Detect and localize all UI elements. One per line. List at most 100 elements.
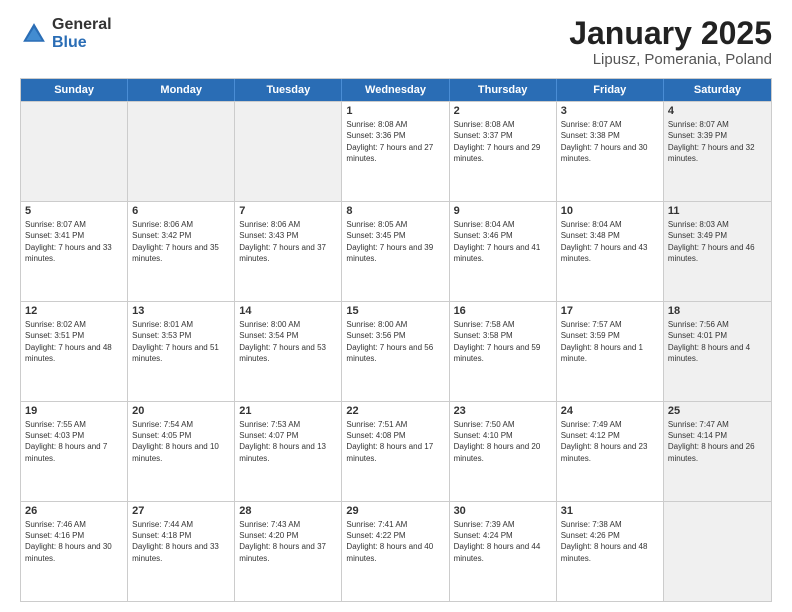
day-info: Sunrise: 8:08 AM Sunset: 3:37 PM Dayligh…	[454, 119, 552, 164]
day-number: 10	[561, 205, 659, 217]
day-info: Sunrise: 7:44 AM Sunset: 4:18 PM Dayligh…	[132, 519, 230, 564]
day-number: 29	[346, 505, 444, 517]
calendar-cell: 12 Sunrise: 8:02 AM Sunset: 3:51 PM Dayli…	[21, 302, 128, 401]
calendar-subtitle: Lipusz, Pomerania, Poland	[569, 51, 772, 68]
calendar-cell	[664, 502, 771, 601]
calendar-cell: 24Sunrise: 7:49 AM Sunset: 4:12 PM Dayli…	[557, 402, 664, 501]
calendar-cell: 3 Sunrise: 8:07 AM Sunset: 3:38 PM Daylig…	[557, 102, 664, 201]
day-info: Sunrise: 8:02 AM Sunset: 3:51 PM Dayligh…	[25, 319, 123, 364]
day-info: Sunrise: 8:08 AM Sunset: 3:36 PM Dayligh…	[346, 119, 444, 164]
day-number: 22	[346, 405, 444, 417]
day-info: Sunrise: 7:54 AM Sunset: 4:05 PM Dayligh…	[132, 419, 230, 464]
weekday-header: Sunday	[21, 79, 128, 101]
day-number: 26	[25, 505, 123, 517]
day-number: 25	[668, 405, 767, 417]
day-info: Sunrise: 8:00 AM Sunset: 3:56 PM Dayligh…	[346, 319, 444, 364]
calendar-cell	[128, 102, 235, 201]
logo-general-text: General	[52, 16, 112, 34]
title-block: January 2025 Lipusz, Pomerania, Poland	[569, 16, 772, 68]
day-number: 11	[668, 205, 767, 217]
weekday-header: Saturday	[664, 79, 771, 101]
calendar-cell: 21 Sunrise: 7:53 AM Sunset: 4:07 PM Dayli…	[235, 402, 342, 501]
day-number: 14	[239, 305, 337, 317]
day-number: 12	[25, 305, 123, 317]
calendar-cell	[21, 102, 128, 201]
day-info: Sunrise: 8:05 AM Sunset: 3:45 PM Dayligh…	[346, 219, 444, 264]
day-number: 31	[561, 505, 659, 517]
day-info: Sunrise: 8:07 AM Sunset: 3:39 PM Dayligh…	[668, 119, 767, 164]
day-number: 15	[346, 305, 444, 317]
day-info: Sunrise: 7:56 AM Sunset: 4:01 PM Dayligh…	[668, 319, 767, 364]
calendar-cell: 4 Sunrise: 8:07 AM Sunset: 3:39 PM Daylig…	[664, 102, 771, 201]
calendar-cell: 23 Sunrise: 7:50 AM Sunset: 4:10 PM Dayli…	[450, 402, 557, 501]
calendar-title: January 2025	[569, 16, 772, 51]
calendar-cell: 8Sunrise: 8:05 AM Sunset: 3:45 PM Daylig…	[342, 202, 449, 301]
day-number: 2	[454, 105, 552, 117]
day-number: 3	[561, 105, 659, 117]
day-info: Sunrise: 7:46 AM Sunset: 4:16 PM Dayligh…	[25, 519, 123, 564]
day-number: 17	[561, 305, 659, 317]
weekday-header: Wednesday	[342, 79, 449, 101]
day-number: 6	[132, 205, 230, 217]
day-number: 18	[668, 305, 767, 317]
calendar-cell: 27 Sunrise: 7:44 AM Sunset: 4:18 PM Dayli…	[128, 502, 235, 601]
day-info: Sunrise: 8:04 AM Sunset: 3:48 PM Dayligh…	[561, 219, 659, 264]
calendar-cell: 31 Sunrise: 7:38 AM Sunset: 4:26 PM Dayli…	[557, 502, 664, 601]
day-info: Sunrise: 7:55 AM Sunset: 4:03 PM Dayligh…	[25, 419, 123, 464]
calendar-week: 5 Sunrise: 8:07 AM Sunset: 3:41 PM Daylig…	[21, 201, 771, 301]
day-number: 23	[454, 405, 552, 417]
calendar-week: 19Sunrise: 7:55 AM Sunset: 4:03 PM Dayli…	[21, 401, 771, 501]
calendar-cell: 16Sunrise: 7:58 AM Sunset: 3:58 PM Dayli…	[450, 302, 557, 401]
logo: General Blue	[20, 16, 112, 51]
calendar-cell: 1 Sunrise: 8:08 AM Sunset: 3:36 PM Daylig…	[342, 102, 449, 201]
logo-icon	[20, 20, 48, 48]
day-info: Sunrise: 7:38 AM Sunset: 4:26 PM Dayligh…	[561, 519, 659, 564]
day-number: 7	[239, 205, 337, 217]
day-number: 1	[346, 105, 444, 117]
day-info: Sunrise: 8:06 AM Sunset: 3:43 PM Dayligh…	[239, 219, 337, 264]
calendar-cell: 13Sunrise: 8:01 AM Sunset: 3:53 PM Dayli…	[128, 302, 235, 401]
weekday-header: Thursday	[450, 79, 557, 101]
calendar-cell: 10 Sunrise: 8:04 AM Sunset: 3:48 PM Dayli…	[557, 202, 664, 301]
day-info: Sunrise: 7:41 AM Sunset: 4:22 PM Dayligh…	[346, 519, 444, 564]
day-info: Sunrise: 7:57 AM Sunset: 3:59 PM Dayligh…	[561, 319, 659, 364]
calendar-cell: 9Sunrise: 8:04 AM Sunset: 3:46 PM Daylig…	[450, 202, 557, 301]
calendar-cell: 30Sunrise: 7:39 AM Sunset: 4:24 PM Dayli…	[450, 502, 557, 601]
calendar-cell: 18 Sunrise: 7:56 AM Sunset: 4:01 PM Dayli…	[664, 302, 771, 401]
day-number: 21	[239, 405, 337, 417]
day-info: Sunrise: 7:47 AM Sunset: 4:14 PM Dayligh…	[668, 419, 767, 464]
calendar-cell: 20Sunrise: 7:54 AM Sunset: 4:05 PM Dayli…	[128, 402, 235, 501]
calendar-cell: 2 Sunrise: 8:08 AM Sunset: 3:37 PM Daylig…	[450, 102, 557, 201]
day-number: 27	[132, 505, 230, 517]
calendar-cell: 26 Sunrise: 7:46 AM Sunset: 4:16 PM Dayli…	[21, 502, 128, 601]
calendar-cell: 6 Sunrise: 8:06 AM Sunset: 3:42 PM Daylig…	[128, 202, 235, 301]
day-number: 28	[239, 505, 337, 517]
day-info: Sunrise: 7:51 AM Sunset: 4:08 PM Dayligh…	[346, 419, 444, 464]
calendar-cell: 28Sunrise: 7:43 AM Sunset: 4:20 PM Dayli…	[235, 502, 342, 601]
page: General Blue January 2025 Lipusz, Pomera…	[0, 0, 792, 612]
calendar-cell: 11 Sunrise: 8:03 AM Sunset: 3:49 PM Dayli…	[664, 202, 771, 301]
day-number: 5	[25, 205, 123, 217]
calendar-week: 26 Sunrise: 7:46 AM Sunset: 4:16 PM Dayli…	[21, 501, 771, 601]
calendar-cell: 14 Sunrise: 8:00 AM Sunset: 3:54 PM Dayli…	[235, 302, 342, 401]
calendar-header: SundayMondayTuesdayWednesdayThursdayFrid…	[21, 79, 771, 101]
day-info: Sunrise: 8:00 AM Sunset: 3:54 PM Dayligh…	[239, 319, 337, 364]
calendar-cell: 5 Sunrise: 8:07 AM Sunset: 3:41 PM Daylig…	[21, 202, 128, 301]
calendar-cell: 17 Sunrise: 7:57 AM Sunset: 3:59 PM Dayli…	[557, 302, 664, 401]
day-info: Sunrise: 7:53 AM Sunset: 4:07 PM Dayligh…	[239, 419, 337, 464]
day-number: 4	[668, 105, 767, 117]
calendar-cell: 25 Sunrise: 7:47 AM Sunset: 4:14 PM Dayli…	[664, 402, 771, 501]
calendar-cell: 29 Sunrise: 7:41 AM Sunset: 4:22 PM Dayli…	[342, 502, 449, 601]
weekday-header: Monday	[128, 79, 235, 101]
day-number: 24	[561, 405, 659, 417]
day-info: Sunrise: 7:50 AM Sunset: 4:10 PM Dayligh…	[454, 419, 552, 464]
calendar-week: 1 Sunrise: 8:08 AM Sunset: 3:36 PM Daylig…	[21, 101, 771, 201]
day-info: Sunrise: 8:07 AM Sunset: 3:41 PM Dayligh…	[25, 219, 123, 264]
day-number: 9	[454, 205, 552, 217]
logo-blue-text: Blue	[52, 34, 112, 52]
day-info: Sunrise: 8:06 AM Sunset: 3:42 PM Dayligh…	[132, 219, 230, 264]
day-info: Sunrise: 8:07 AM Sunset: 3:38 PM Dayligh…	[561, 119, 659, 164]
calendar-cell: 7 Sunrise: 8:06 AM Sunset: 3:43 PM Daylig…	[235, 202, 342, 301]
day-info: Sunrise: 8:03 AM Sunset: 3:49 PM Dayligh…	[668, 219, 767, 264]
calendar-cell: 22 Sunrise: 7:51 AM Sunset: 4:08 PM Dayli…	[342, 402, 449, 501]
